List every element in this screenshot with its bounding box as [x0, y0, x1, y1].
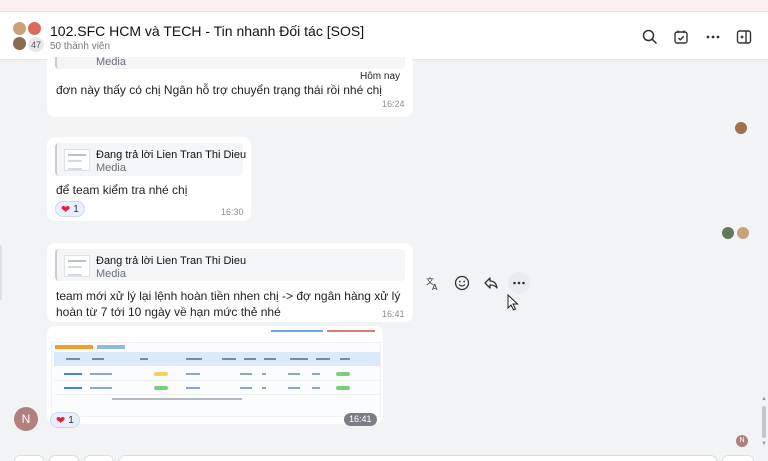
- message-text-line: team mới xử lý lại lệnh hoàn tiền nhen c…: [56, 289, 401, 303]
- task-icon[interactable]: [670, 26, 692, 48]
- message-actions: 文A: [422, 272, 532, 294]
- scrollbar-thumb[interactable]: [762, 406, 766, 438]
- message-text: để team kiểm tra nhé chị: [56, 183, 188, 197]
- member-avatar: [12, 36, 27, 51]
- read-receipt-avatar: [737, 227, 749, 239]
- sender-avatar[interactable]: N: [14, 407, 38, 431]
- message-text-line: hoàn từ 7 tới 10 ngày về hạn mức thẻ nhé: [56, 305, 281, 319]
- image-time: 16:41: [344, 413, 377, 426]
- translate-icon[interactable]: 文A: [422, 272, 444, 294]
- scroll-down-arrow-icon[interactable]: ▼: [761, 441, 767, 447]
- reply-quote[interactable]: Đang trả lời Lien Tran Thi Dieu Media: [55, 143, 247, 176]
- mouse-cursor-icon: [507, 293, 519, 314]
- composer-tool-button[interactable]: [14, 455, 44, 461]
- reply-quote[interactable]: Media: [55, 56, 405, 69]
- scroll-up-arrow-icon[interactable]: ▲: [761, 396, 767, 402]
- chat-title[interactable]: 102.SFC HCM và TECH - Tin nhanh Đối tác …: [50, 23, 364, 39]
- composer-tool-button[interactable]: [49, 455, 79, 461]
- emoji-icon[interactable]: [451, 272, 473, 294]
- reaction-count: 1: [68, 414, 74, 426]
- member-avatar: [12, 21, 27, 36]
- read-receipt-avatar: [735, 122, 747, 134]
- reaction-count: 1: [73, 203, 79, 215]
- quote-media-label: Media: [96, 56, 126, 68]
- message-time: 16:41: [382, 309, 405, 319]
- thumb-table-row: [54, 382, 380, 395]
- composer-tool-button[interactable]: [84, 455, 114, 461]
- thumb-badge: [55, 345, 93, 349]
- quote-thumbnail: [64, 255, 90, 277]
- image-message[interactable]: [47, 326, 383, 424]
- more-icon[interactable]: [702, 26, 724, 48]
- message-bubble[interactable]: Media Hôm nay đơn này thấy có chị Ngân h…: [47, 55, 413, 117]
- heart-icon: ❤: [56, 414, 66, 427]
- message-list[interactable]: Media Hôm nay đơn này thấy có chị Ngân h…: [0, 55, 768, 451]
- sidebar-toggle-icon[interactable]: [733, 26, 755, 48]
- reaction-badge[interactable]: ❤ 1: [55, 201, 85, 217]
- message-bubble[interactable]: Đang trả lời Lien Tran Thi Dieu Media để…: [47, 137, 251, 221]
- date-badge: Hôm nay: [360, 71, 401, 82]
- member-avatar: [27, 21, 42, 36]
- chat-header: 47 102.SFC HCM và TECH - Tin nhanh Đối t…: [0, 12, 768, 60]
- window-top-strip: [0, 0, 768, 12]
- message-text: đơn này thấy có chị Ngân hỗ trợ chuyển t…: [56, 83, 382, 97]
- member-count-badge: 47: [27, 36, 45, 53]
- quote-media-label: Media: [96, 162, 126, 174]
- quote-title: Đang trả lời Lien Tran Thi Dieu: [96, 149, 247, 161]
- quote-thumbnail: [64, 149, 90, 171]
- composer-tool-button[interactable]: [722, 455, 754, 461]
- quote-title: Đang trả lời Lien Tran Thi Dieu: [96, 255, 247, 267]
- thumb-scrollbar: [112, 398, 242, 400]
- search-icon[interactable]: [639, 26, 661, 48]
- window-edge: [0, 245, 2, 300]
- thumb-badge: [97, 345, 125, 349]
- thumb-table-row: [54, 368, 380, 381]
- message-input[interactable]: [119, 455, 717, 461]
- read-receipt-avatar: N: [736, 435, 748, 447]
- svg-text:A: A: [432, 283, 438, 291]
- message-time: 16:24: [382, 99, 405, 109]
- more-icon[interactable]: [508, 272, 530, 294]
- screenshot-thumbnail[interactable]: [51, 342, 381, 417]
- heart-icon: ❤: [61, 203, 71, 216]
- message-time: 16:30: [221, 207, 244, 217]
- reaction-badge[interactable]: ❤ 1: [50, 412, 80, 428]
- reply-icon[interactable]: [480, 272, 502, 294]
- image-divider: [327, 330, 375, 332]
- read-receipt-avatar: [722, 227, 734, 239]
- group-avatar[interactable]: 47: [12, 21, 46, 53]
- message-bubble[interactable]: Đang trả lời Lien Tran Thi Dieu Media te…: [47, 243, 413, 322]
- quote-media-label: Media: [96, 268, 126, 280]
- image-divider: [271, 330, 323, 332]
- thumb-table-header: [54, 352, 380, 366]
- member-count[interactable]: 50 thành viên: [50, 41, 110, 52]
- reply-quote[interactable]: Đang trả lời Lien Tran Thi Dieu Media: [55, 249, 405, 281]
